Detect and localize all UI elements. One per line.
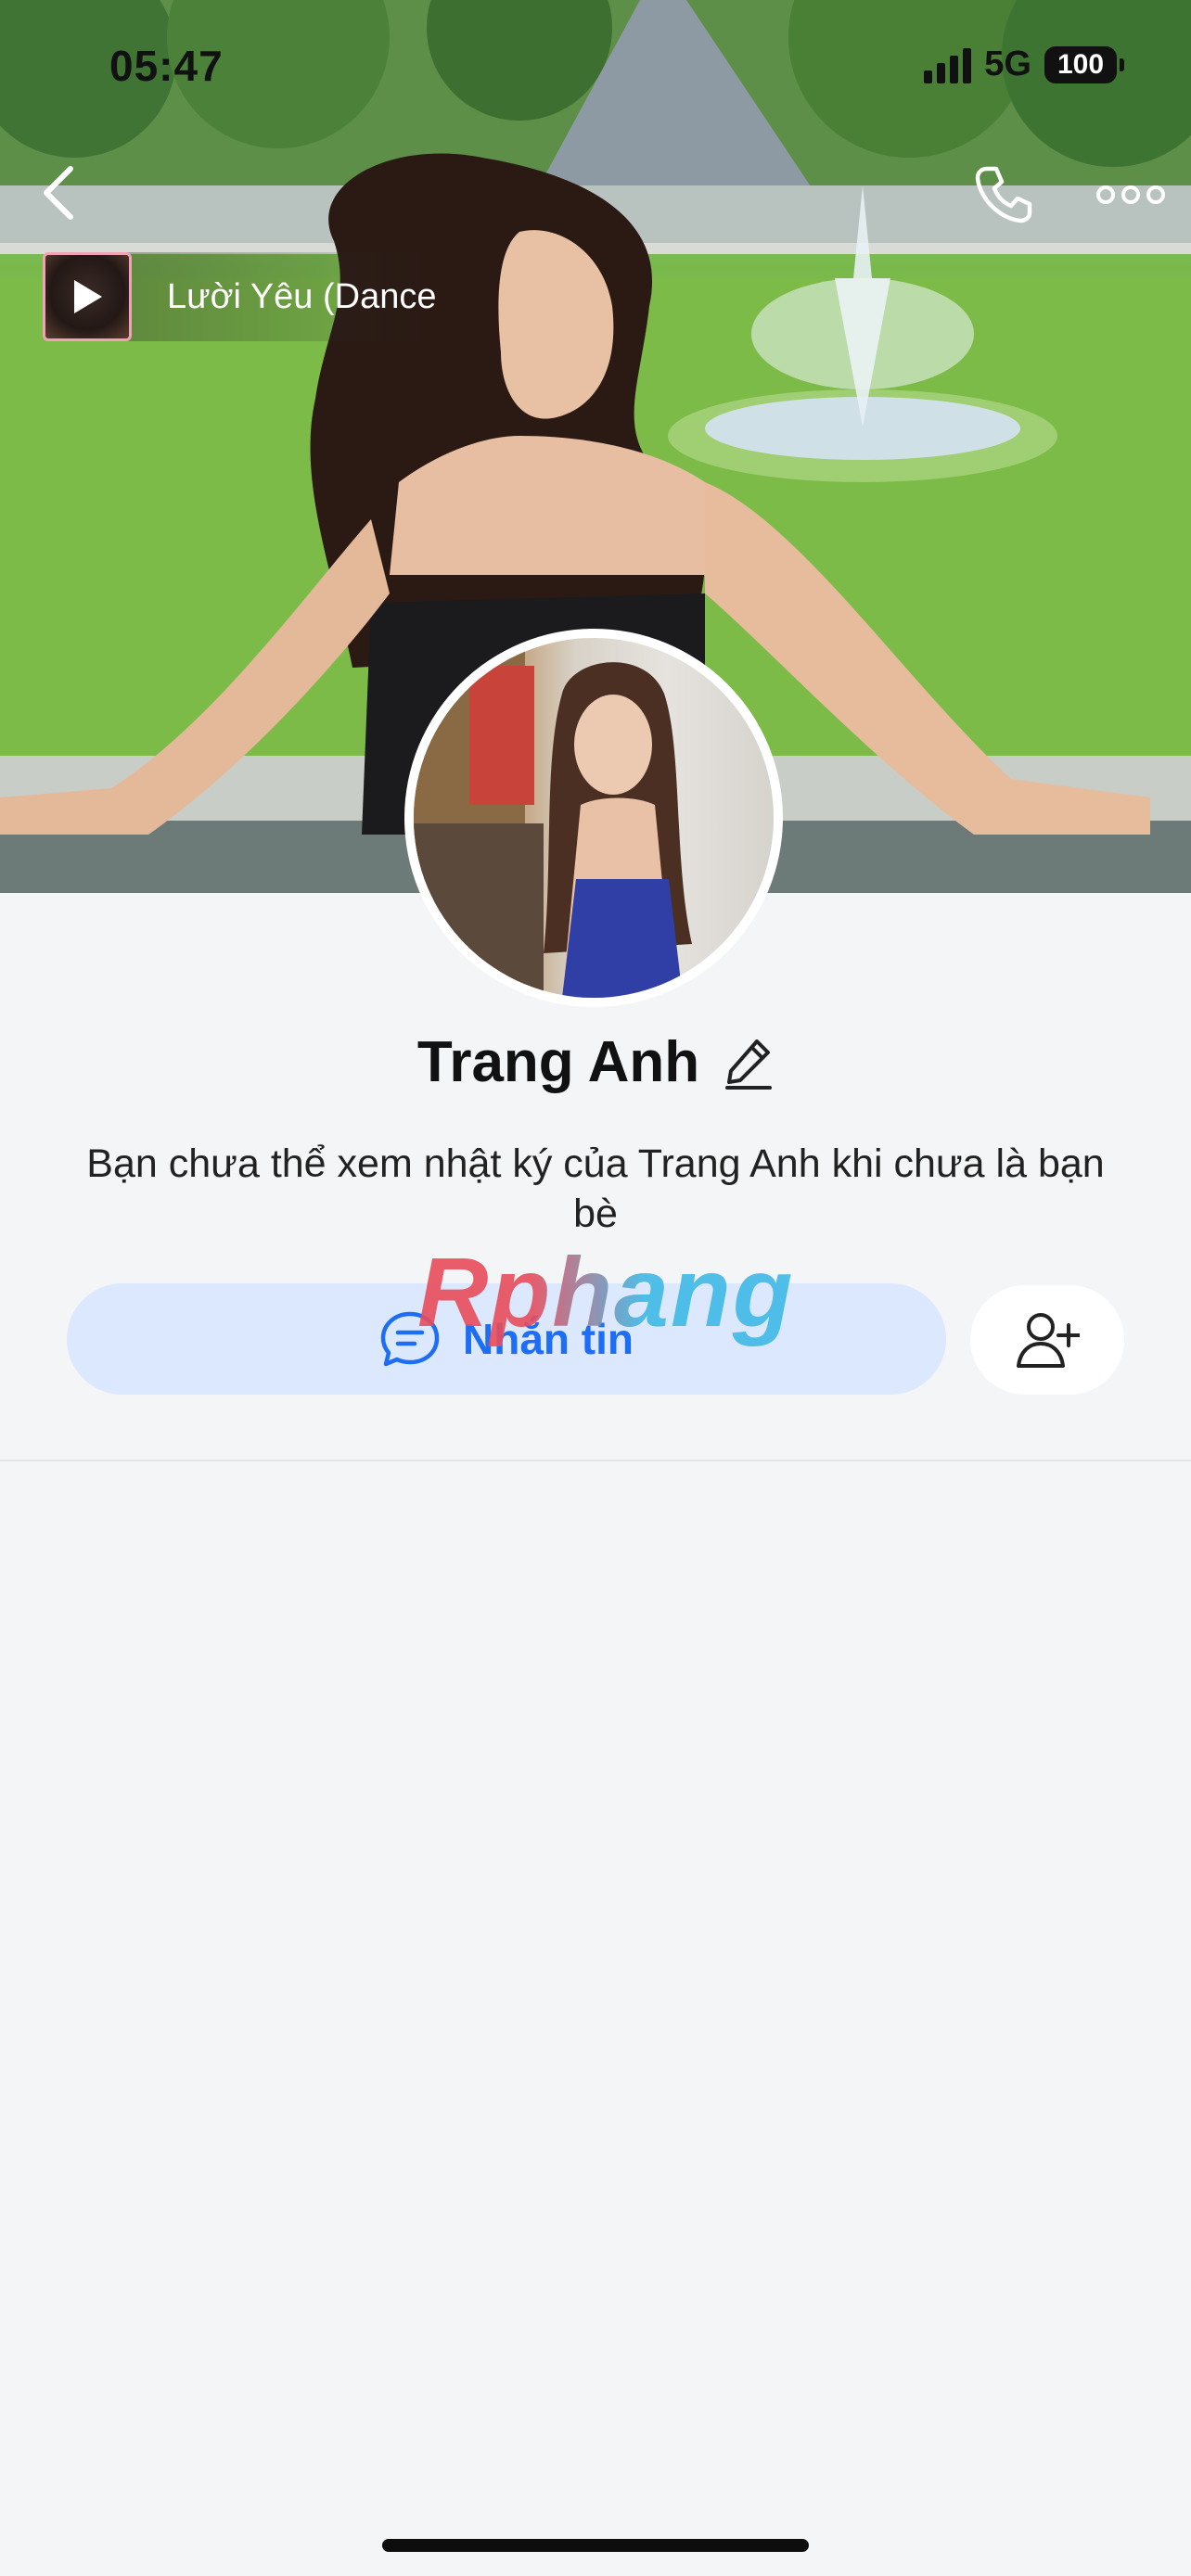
music-cover-thumbnail[interactable] (43, 252, 132, 341)
play-icon[interactable] (69, 276, 106, 317)
profile-name-row: Trang Anh (0, 1029, 1191, 1095)
phone-icon[interactable] (974, 163, 1035, 224)
status-time: 05:47 (109, 42, 224, 90)
battery-level: 100 (1057, 48, 1105, 80)
add-friend-button[interactable] (970, 1285, 1124, 1395)
pencil-icon[interactable] (724, 1036, 774, 1090)
avatar-photo (414, 638, 774, 998)
add-friend-icon (1017, 1313, 1080, 1368)
diary-restriction-notice: Bạn chưa thể xem nhật ký của Trang Anh k… (86, 1141, 1105, 1236)
signal-strength-icon (924, 46, 972, 83)
profile-name: Trang Anh (416, 1030, 700, 1094)
music-title: Lười Yêu (Dance (167, 276, 436, 316)
status-indicators: 5G 100 (924, 45, 1124, 84)
battery-icon: 100 (1044, 45, 1124, 83)
chevron-left-icon[interactable] (33, 163, 89, 223)
section-divider (0, 1460, 1191, 1461)
profile-screen: 05:47 5G 100 Lười Yêu (Dance Trang Anh B… (0, 0, 1191, 2576)
more-dots-icon[interactable] (1096, 176, 1165, 213)
watermark-logo: Rphang (417, 1238, 795, 1347)
home-indicator[interactable] (382, 2539, 809, 2552)
avatar-portrait-illustration (414, 638, 692, 998)
profile-music-player[interactable]: Lười Yêu (Dance (43, 252, 442, 341)
network-type: 5G (984, 45, 1031, 83)
profile-avatar[interactable] (404, 629, 783, 1007)
